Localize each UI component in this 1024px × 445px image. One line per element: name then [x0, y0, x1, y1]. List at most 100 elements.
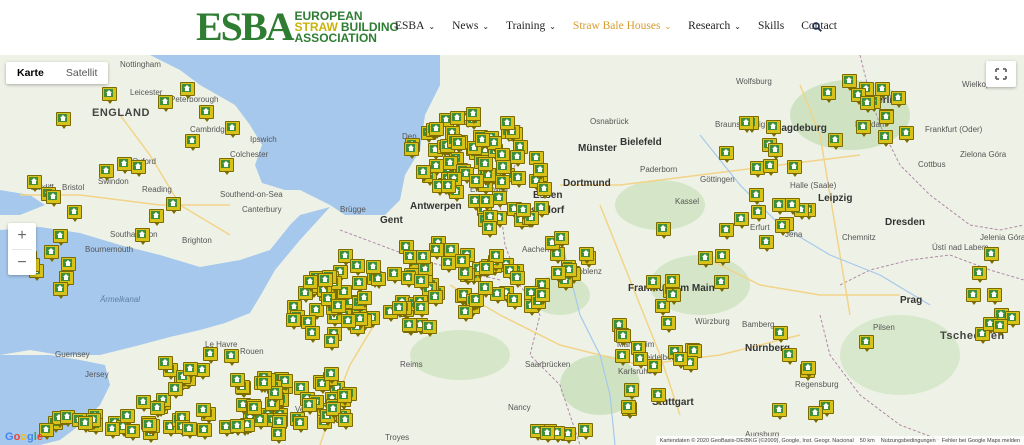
straw-bale-house-marker-icon[interactable]: [350, 259, 365, 276]
zoom-out-button[interactable]: −: [8, 250, 36, 276]
straw-bale-house-marker-icon[interactable]: [219, 158, 234, 175]
straw-bale-house-marker-icon[interactable]: [651, 388, 666, 405]
straw-bale-house-marker-icon[interactable]: [56, 112, 71, 129]
straw-bale-house-marker-icon[interactable]: [734, 212, 749, 229]
straw-bale-house-marker-icon[interactable]: [624, 383, 639, 400]
straw-bale-house-marker-icon[interactable]: [475, 133, 490, 150]
straw-bale-house-marker-icon[interactable]: [785, 198, 800, 215]
straw-bale-house-marker-icon[interactable]: [665, 274, 680, 291]
nav-item-news[interactable]: News ⌄: [452, 20, 489, 32]
straw-bale-house-marker-icon[interactable]: [856, 120, 871, 137]
straw-bale-house-marker-icon[interactable]: [117, 157, 132, 174]
straw-bale-house-marker-icon[interactable]: [416, 250, 431, 267]
straw-bale-house-marker-icon[interactable]: [125, 424, 140, 441]
straw-bale-house-marker-icon[interactable]: [199, 105, 214, 122]
straw-bale-house-marker-icon[interactable]: [646, 275, 661, 292]
straw-bale-house-marker-icon[interactable]: [661, 316, 676, 333]
straw-bale-house-marker-icon[interactable]: [478, 157, 493, 174]
straw-bale-house-marker-icon[interactable]: [507, 293, 522, 310]
straw-bale-house-marker-icon[interactable]: [158, 95, 173, 112]
straw-bale-house-marker-icon[interactable]: [225, 121, 240, 138]
straw-bale-house-marker-icon[interactable]: [879, 110, 894, 127]
straw-bale-house-marker-icon[interactable]: [891, 91, 906, 108]
straw-bale-house-marker-icon[interactable]: [451, 136, 466, 153]
map-type-satellit[interactable]: Satellit: [55, 62, 109, 84]
straw-bale-house-marker-icon[interactable]: [341, 314, 356, 331]
straw-bale-house-marker-icon[interactable]: [775, 219, 790, 236]
straw-bale-house-marker-icon[interactable]: [149, 209, 164, 226]
straw-bale-house-marker-icon[interactable]: [479, 261, 494, 278]
straw-bale-house-marker-icon[interactable]: [860, 96, 875, 113]
straw-bale-house-marker-icon[interactable]: [67, 205, 82, 222]
straw-bale-house-marker-icon[interactable]: [166, 197, 181, 214]
straw-bale-house-marker-icon[interactable]: [714, 275, 729, 292]
straw-bale-house-marker-icon[interactable]: [303, 275, 318, 292]
straw-bale-house-marker-icon[interactable]: [203, 347, 218, 364]
zoom-in-button[interactable]: +: [8, 223, 36, 249]
straw-bale-house-marker-icon[interactable]: [766, 120, 781, 137]
straw-bale-house-marker-icon[interactable]: [286, 313, 301, 330]
straw-bale-house-marker-icon[interactable]: [428, 290, 443, 307]
straw-bale-house-marker-icon[interactable]: [27, 175, 42, 192]
straw-bale-house-marker-icon[interactable]: [633, 352, 648, 369]
straw-bale-house-marker-icon[interactable]: [257, 376, 272, 393]
straw-bale-house-marker-icon[interactable]: [535, 288, 550, 305]
straw-bale-house-marker-icon[interactable]: [739, 116, 754, 133]
straw-bale-house-marker-icon[interactable]: [293, 416, 308, 433]
straw-bale-house-marker-icon[interactable]: [44, 245, 59, 262]
straw-bale-house-marker-icon[interactable]: [324, 334, 339, 351]
straw-bale-house-marker-icon[interactable]: [772, 403, 787, 420]
straw-bale-house-marker-icon[interactable]: [224, 349, 239, 366]
straw-bale-house-marker-icon[interactable]: [414, 274, 429, 291]
straw-bale-house-marker-icon[interactable]: [533, 163, 548, 180]
straw-bale-house-marker-icon[interactable]: [230, 419, 245, 436]
straw-bale-house-marker-icon[interactable]: [719, 146, 734, 163]
straw-bale-house-marker-icon[interactable]: [578, 423, 593, 440]
straw-bale-house-marker-icon[interactable]: [482, 221, 497, 238]
straw-bale-house-marker-icon[interactable]: [197, 423, 212, 440]
straw-bale-house-marker-icon[interactable]: [759, 235, 774, 252]
straw-bale-house-marker-icon[interactable]: [441, 179, 456, 196]
straw-bale-house-marker-icon[interactable]: [966, 288, 981, 305]
search-icon[interactable]: [812, 22, 822, 32]
straw-bale-house-marker-icon[interactable]: [647, 359, 662, 376]
straw-bale-house-marker-icon[interactable]: [422, 320, 437, 337]
straw-bale-house-marker-icon[interactable]: [416, 165, 431, 182]
straw-bale-house-marker-icon[interactable]: [131, 160, 146, 177]
straw-bale-house-marker-icon[interactable]: [142, 418, 157, 435]
straw-bale-house-marker-icon[interactable]: [828, 133, 843, 150]
straw-bale-house-marker-icon[interactable]: [180, 82, 195, 99]
straw-bale-house-marker-icon[interactable]: [496, 160, 511, 177]
straw-bale-house-marker-icon[interactable]: [324, 367, 339, 384]
straw-bale-house-marker-icon[interactable]: [698, 251, 713, 268]
straw-bale-house-marker-icon[interactable]: [859, 335, 874, 352]
straw-bale-house-marker-icon[interactable]: [500, 116, 515, 133]
straw-bale-house-marker-icon[interactable]: [540, 426, 555, 443]
straw-bale-house-marker-icon[interactable]: [510, 271, 525, 288]
straw-bale-house-marker-icon[interactable]: [182, 422, 197, 439]
straw-bale-house-marker-icon[interactable]: [763, 159, 778, 176]
straw-bale-house-marker-icon[interactable]: [466, 107, 481, 124]
straw-bale-house-marker-icon[interactable]: [46, 190, 61, 207]
straw-bale-house-marker-icon[interactable]: [455, 254, 470, 271]
straw-bale-house-marker-icon[interactable]: [987, 288, 1002, 305]
straw-bale-house-marker-icon[interactable]: [271, 427, 286, 444]
straw-bale-house-marker-icon[interactable]: [402, 318, 417, 335]
straw-bale-house-marker-icon[interactable]: [168, 382, 183, 399]
straw-bale-house-marker-icon[interactable]: [302, 398, 317, 415]
straw-bale-house-marker-icon[interactable]: [99, 164, 114, 181]
straw-bale-house-marker-icon[interactable]: [338, 413, 353, 430]
straw-bale-house-marker-icon[interactable]: [510, 150, 525, 167]
straw-bale-house-marker-icon[interactable]: [621, 400, 636, 417]
nav-item-research[interactable]: Research ⌄: [688, 20, 741, 32]
straw-bale-house-marker-icon[interactable]: [102, 87, 117, 104]
straw-bale-house-marker-icon[interactable]: [357, 291, 372, 308]
straw-bale-house-marker-icon[interactable]: [875, 82, 890, 99]
straw-bale-house-marker-icon[interactable]: [441, 256, 456, 273]
straw-bale-house-marker-icon[interactable]: [554, 231, 569, 248]
fullscreen-button[interactable]: [986, 61, 1016, 87]
straw-bale-house-marker-icon[interactable]: [537, 182, 552, 199]
straw-bale-house-marker-icon[interactable]: [715, 249, 730, 266]
straw-bale-house-marker-icon[interactable]: [656, 222, 671, 239]
nav-item-training[interactable]: Training ⌄: [506, 20, 556, 32]
